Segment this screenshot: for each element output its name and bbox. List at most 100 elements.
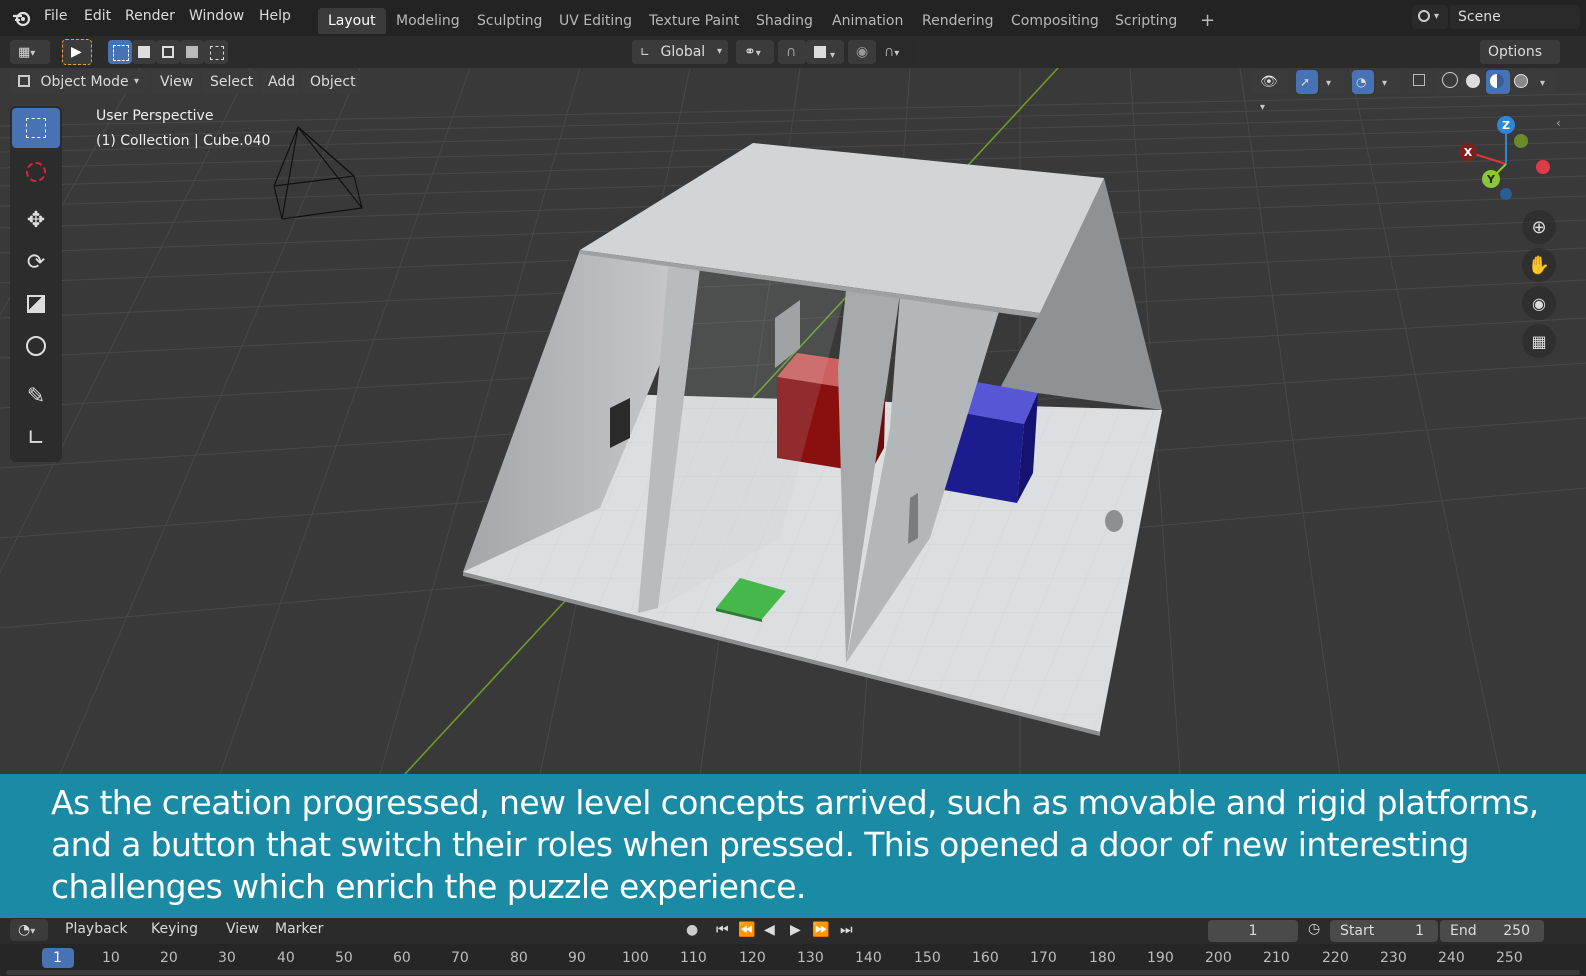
transform-tool[interactable] — [12, 326, 60, 366]
tick-label: 190 — [1147, 950, 1174, 966]
3d-viewport[interactable]: User Perspective (1) Collection | Cube.0… — [0, 68, 1586, 774]
measure-tool[interactable]: ∟ — [12, 418, 60, 458]
marker-menu[interactable]: Marker — [275, 921, 323, 937]
current-frame-field[interactable]: 1 — [1208, 920, 1298, 942]
navigation-gizmo[interactable]: Z X Y — [1456, 112, 1556, 212]
options-dropdown[interactable]: Options ▾ — [1480, 40, 1560, 83]
editor-type-icon: ▦ — [18, 45, 31, 60]
rotate-icon: ⟳ — [26, 249, 46, 275]
add-menu[interactable]: Add — [260, 70, 300, 94]
select-box-tool[interactable] — [12, 108, 60, 148]
camera-view-button[interactable]: ◉ — [1522, 286, 1556, 320]
record-button[interactable]: ● — [686, 922, 698, 938]
tool-settings-bar: ▦▾ ▶ ∟ Global ▾ ⚭▾ ∩ ▾ ◉ ∩▾ Options ▾ — [0, 36, 1586, 83]
rendered-shading-button[interactable] — [1510, 70, 1534, 94]
pivot-point-dropdown[interactable]: ⚭▾ — [736, 40, 774, 64]
timeline-ruler[interactable]: 1 10 20 30 40 50 60 70 80 90 100 110 120… — [0, 944, 1586, 976]
prev-keyframe-icon[interactable]: ⏪ — [738, 922, 755, 938]
overlays-toggle[interactable]: ◔ — [1352, 70, 1374, 94]
end-frame-field[interactable]: End 250 — [1440, 920, 1544, 942]
gizmo-dropdown[interactable]: ▾ — [1320, 70, 1344, 94]
tab-animation[interactable]: Animation — [822, 8, 913, 34]
select-extend-icon[interactable] — [132, 40, 156, 64]
tab-modeling[interactable]: Modeling — [386, 8, 470, 34]
object-mode-label: Object Mode — [40, 74, 129, 90]
select-tool-button[interactable]: ▶ — [62, 39, 92, 65]
menu-help[interactable]: Help — [259, 8, 291, 24]
snap-square-icon — [814, 46, 826, 58]
magnet-icon: ∩ — [786, 44, 797, 60]
move-tool[interactable]: ✥ — [12, 200, 60, 240]
play-icon[interactable]: ▶ — [790, 922, 801, 938]
rotate-tool[interactable]: ⟳ — [12, 242, 60, 282]
jump-end-icon[interactable]: ⏭ — [840, 922, 853, 938]
tab-layout[interactable]: Layout — [318, 8, 386, 34]
zoom-view-button[interactable]: ⊕ — [1522, 210, 1556, 244]
start-value: 1 — [1415, 923, 1424, 939]
material-shading-button[interactable] — [1486, 70, 1510, 94]
visibility-dropdown[interactable]: 👁▾ — [1252, 70, 1288, 113]
tick-label: 70 — [451, 950, 469, 966]
snap-target-dropdown[interactable]: ▾ — [806, 40, 844, 64]
menu-render[interactable]: Render — [125, 8, 175, 24]
wireframe-sphere-icon — [1442, 72, 1458, 88]
menu-file[interactable]: File — [44, 8, 67, 24]
select-new-icon[interactable] — [108, 40, 132, 64]
pivot-icon: ⚭ — [744, 44, 756, 60]
proportional-edit-icon: ◉ — [856, 44, 869, 60]
start-frame-field[interactable]: Start 1 — [1330, 920, 1438, 942]
object-mode-dropdown[interactable]: Object Mode ▾ — [10, 70, 145, 94]
next-keyframe-icon[interactable]: ⏩ — [812, 922, 829, 938]
caption-banner: As the creation progressed, new level co… — [0, 774, 1586, 918]
blender-logo-icon[interactable] — [12, 8, 32, 28]
snap-toggle[interactable]: ∩ — [778, 40, 806, 64]
timeline-editor-type[interactable]: ◔▾ — [10, 919, 48, 941]
select-intersect-icon[interactable] — [204, 40, 228, 64]
pan-view-button[interactable]: ✋ — [1522, 248, 1556, 282]
editor-type-button[interactable]: ▦▾ — [10, 40, 50, 64]
keying-menu[interactable]: Keying — [151, 921, 198, 937]
tab-rendering[interactable]: Rendering — [912, 8, 1004, 34]
tab-uv-editing[interactable]: UV Editing — [549, 8, 642, 34]
wireframe-shading-button[interactable] — [1438, 70, 1462, 94]
xray-toggle[interactable] — [1408, 70, 1432, 94]
shading-options-dropdown[interactable]: ▾ — [1534, 70, 1556, 94]
tick-label: 170 — [1030, 950, 1057, 966]
select-menu[interactable]: Select — [202, 70, 258, 94]
top-menubar: File Edit Render Window Help Layout Mode… — [0, 0, 1586, 36]
tab-scripting[interactable]: Scripting — [1105, 8, 1187, 34]
select-subtract-icon[interactable] — [156, 40, 180, 64]
scale-tool[interactable] — [12, 284, 60, 324]
jump-start-icon[interactable]: ⏮ — [716, 922, 729, 938]
transform-orientation-dropdown[interactable]: ∟ Global ▾ — [632, 40, 728, 64]
menu-edit[interactable]: Edit — [84, 8, 111, 24]
timeline-view-menu[interactable]: View — [226, 921, 259, 937]
scene-selector-button[interactable]: ▾ — [1412, 5, 1448, 29]
annotate-tool[interactable]: ✎ — [12, 376, 60, 416]
overlays-dropdown[interactable]: ▾ — [1376, 70, 1400, 94]
sidebar-toggle-icon[interactable]: ‹ — [1556, 116, 1561, 130]
gizmo-toggle[interactable]: ➚ — [1296, 70, 1318, 94]
stopwatch-icon[interactable]: ◷ — [1308, 921, 1320, 937]
add-workspace-button[interactable]: + — [1190, 8, 1225, 34]
timeline-scrollbar[interactable] — [6, 970, 1580, 975]
solid-shading-button[interactable] — [1462, 70, 1486, 94]
select-invert-icon[interactable] — [180, 40, 204, 64]
tab-compositing[interactable]: Compositing — [1001, 8, 1109, 34]
play-reverse-icon[interactable]: ◀ — [764, 922, 775, 938]
tab-shading[interactable]: Shading — [746, 8, 823, 34]
collection-info-label: (1) Collection | Cube.040 — [96, 133, 271, 149]
ortho-toggle-button[interactable]: ▦ — [1522, 324, 1556, 358]
playback-menu[interactable]: Playback — [65, 921, 127, 937]
view-menu[interactable]: View — [152, 70, 200, 94]
tick-label: 250 — [1496, 950, 1523, 966]
proportional-edit-toggle[interactable]: ◉ — [848, 40, 876, 64]
cursor-tool[interactable] — [12, 152, 60, 192]
tick-label: 240 — [1438, 950, 1465, 966]
falloff-dropdown[interactable]: ∩▾ — [876, 40, 914, 64]
tab-sculpting[interactable]: Sculpting — [467, 8, 552, 34]
tab-texture-paint[interactable]: Texture Paint — [639, 8, 749, 34]
menu-window[interactable]: Window — [189, 8, 244, 24]
object-menu[interactable]: Object — [302, 70, 360, 94]
scene-name-field[interactable]: Scene — [1450, 5, 1580, 29]
